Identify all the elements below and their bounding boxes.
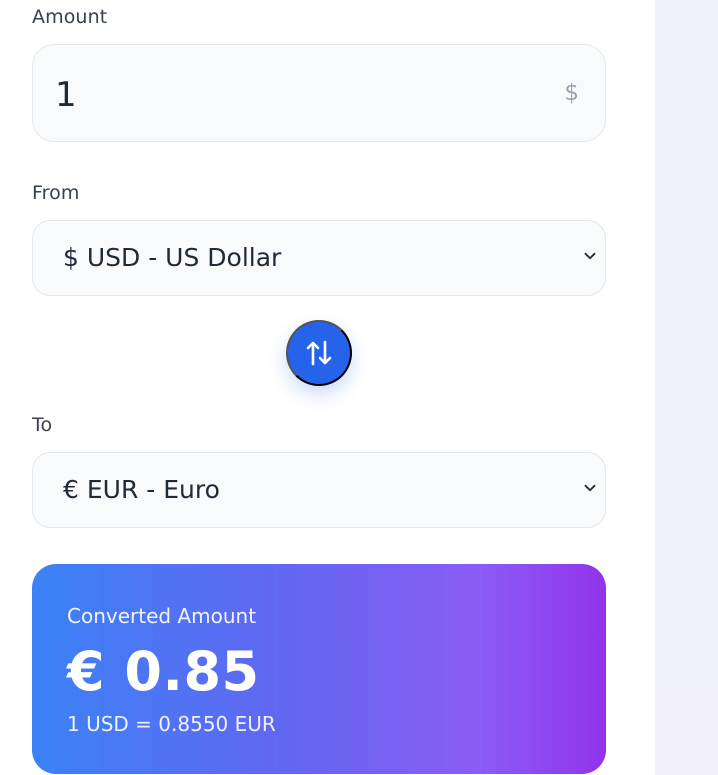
from-currency-label: From [32, 182, 80, 204]
currency-converter-page: Amount 1 $ From $ USD - US Dollar To € E… [0, 0, 718, 775]
to-currency-label: To [32, 414, 53, 436]
to-currency-select[interactable]: € EUR - Euro [32, 452, 606, 528]
amount-input[interactable]: 1 $ [32, 44, 606, 142]
amount-label: Amount [32, 6, 108, 28]
amount-value: 1 [55, 75, 77, 115]
to-currency-value: € EUR - Euro [63, 475, 220, 504]
from-currency-select[interactable]: $ USD - US Dollar [32, 220, 606, 296]
chevron-down-icon [584, 484, 596, 492]
exchange-rate-text: 1 USD = 0.8550 EUR [67, 712, 276, 736]
converted-amount-value: € 0.85 [67, 640, 260, 703]
converted-amount-label: Converted Amount [67, 604, 257, 628]
swap-vertical-icon [306, 340, 332, 366]
converter-form-card: Amount 1 $ From $ USD - US Dollar To € E… [0, 0, 655, 775]
converted-amount-card: Converted Amount € 0.85 1 USD = 0.8550 E… [32, 564, 606, 774]
right-side-panel [655, 0, 718, 775]
from-currency-value: $ USD - US Dollar [63, 243, 282, 272]
amount-currency-symbol: $ [564, 80, 579, 106]
chevron-down-icon [584, 252, 596, 260]
swap-currencies-button[interactable] [286, 320, 352, 386]
